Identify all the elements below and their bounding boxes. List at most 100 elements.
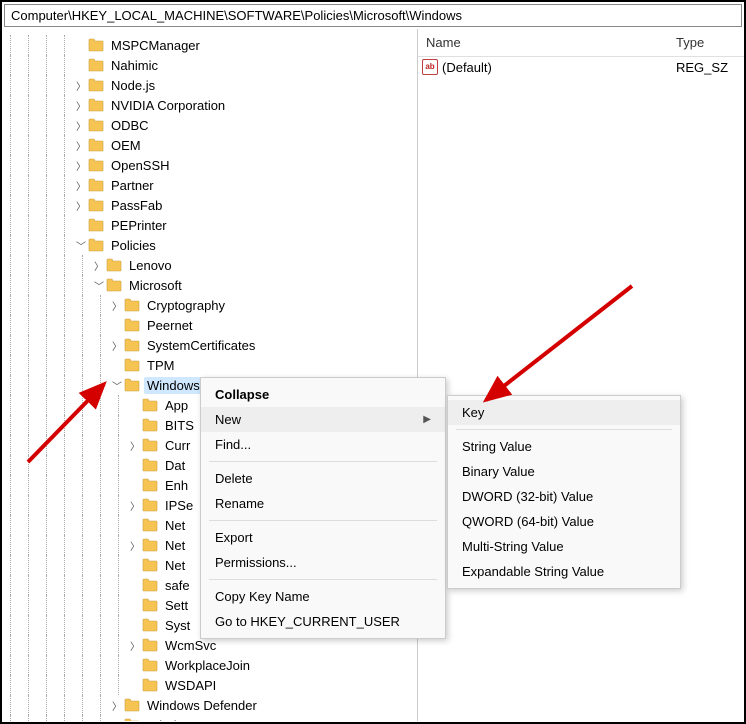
tree-node[interactable]: 〉 NVIDIA Corporation xyxy=(2,95,417,115)
submenu-item-label: Multi-String Value xyxy=(462,539,564,554)
folder-icon xyxy=(88,138,104,152)
tree-node-label: WSDAPI xyxy=(162,677,219,694)
submenu-item[interactable]: Expandable String Value xyxy=(448,559,680,584)
folder-icon xyxy=(88,78,104,92)
chevron-down-icon[interactable]: ﹀ xyxy=(74,238,88,252)
tree-node[interactable]: TPM xyxy=(2,355,417,375)
tree-node[interactable]: 〉 OEM xyxy=(2,135,417,155)
tree-node[interactable]: ﹀Policies xyxy=(2,235,417,255)
chevron-right-icon[interactable]: 〉 xyxy=(128,538,142,552)
menu-item[interactable]: Export xyxy=(201,525,445,550)
menu-separator xyxy=(456,429,672,430)
chevron-right-icon[interactable]: 〉 xyxy=(74,158,88,172)
chevron-down-icon[interactable]: ﹀ xyxy=(110,378,124,392)
chevron-right-icon[interactable]: 〉 xyxy=(74,138,88,152)
tree-node[interactable]: 〉 Node.js xyxy=(2,75,417,95)
tree-node[interactable]: 〉 Windows Defender xyxy=(2,695,417,715)
chevron-right-icon[interactable]: 〉 xyxy=(128,638,142,652)
submenu-item[interactable]: Multi-String Value xyxy=(448,534,680,559)
submenu-item[interactable]: QWORD (64-bit) Value xyxy=(448,509,680,534)
tree-node[interactable]: 〉Lenovo xyxy=(2,255,417,275)
list-row[interactable]: ab(Default)REG_SZ xyxy=(418,57,744,77)
tree-node-label: ODBC xyxy=(108,117,152,134)
tree-node-label: Microsoft xyxy=(126,277,185,294)
column-header-name[interactable]: Name xyxy=(418,29,668,56)
submenu-item-label: Binary Value xyxy=(462,464,535,479)
menu-item[interactable]: Collapse xyxy=(201,382,445,407)
menu-item-label: Collapse xyxy=(215,387,269,402)
chevron-right-icon[interactable]: 〉 xyxy=(74,198,88,212)
menu-item[interactable]: Find... xyxy=(201,432,445,457)
tree-node[interactable]: ﹀ Microsoft xyxy=(2,275,417,295)
expander-spacer xyxy=(128,658,142,672)
tree-node[interactable]: Nahimic xyxy=(2,55,417,75)
tree-node[interactable]: 〉 Partner xyxy=(2,175,417,195)
tree-node[interactable]: 〉 ODBC xyxy=(2,115,417,135)
chevron-right-icon[interactable]: 〉 xyxy=(128,438,142,452)
chevron-right-icon[interactable]: 〉 xyxy=(128,498,142,512)
tree-node[interactable]: MSPCManager xyxy=(2,35,417,55)
tree-node-label: safe xyxy=(162,577,193,594)
submenu-item-label: DWORD (32-bit) Value xyxy=(462,489,593,504)
tree-node[interactable]: 〉Cryptography xyxy=(2,295,417,315)
submenu-item[interactable]: Binary Value xyxy=(448,459,680,484)
expander-spacer xyxy=(128,678,142,692)
menu-item[interactable]: Go to HKEY_CURRENT_USER xyxy=(201,609,445,634)
tree-node-label: Windows Defender xyxy=(144,697,260,714)
address-bar[interactable]: Computer\HKEY_LOCAL_MACHINE\SOFTWARE\Pol… xyxy=(4,4,742,27)
chevron-down-icon[interactable]: ﹀ xyxy=(92,278,106,292)
tree-node-label: Nahimic xyxy=(108,57,161,74)
tree-node-label: NVIDIA Corporation xyxy=(108,97,228,114)
tree-node[interactable]: WSDAPI xyxy=(2,675,417,695)
tree-node[interactable]: Peernet xyxy=(2,315,417,335)
tree-node[interactable]: 〉SystemCertificates xyxy=(2,335,417,355)
column-header-type[interactable]: Type xyxy=(668,29,744,56)
tree-node-label: OEM xyxy=(108,137,144,154)
folder-icon xyxy=(88,118,104,132)
folder-icon xyxy=(142,418,158,432)
list-pane[interactable]: Name Type ab(Default)REG_SZ xyxy=(418,29,744,721)
submenu-arrow-icon: ▶ xyxy=(423,414,431,425)
tree-node[interactable]: PEPrinter xyxy=(2,215,417,235)
tree-node-label: MSPCManager xyxy=(108,37,203,54)
folder-icon xyxy=(124,318,140,332)
folder-icon xyxy=(142,638,158,652)
tree-node-label: Partner xyxy=(108,177,157,194)
menu-item[interactable]: Copy Key Name xyxy=(201,584,445,609)
folder-icon xyxy=(142,518,158,532)
folder-icon xyxy=(142,578,158,592)
expander-spacer xyxy=(128,458,142,472)
menu-item[interactable]: Permissions... xyxy=(201,550,445,575)
chevron-right-icon[interactable]: 〉 xyxy=(110,338,124,352)
submenu-item[interactable]: String Value xyxy=(448,434,680,459)
menu-item-label: Delete xyxy=(215,471,253,486)
tree-node-label: Windows NT xyxy=(144,717,224,722)
folder-icon xyxy=(88,178,104,192)
tree-node[interactable]: 〉PassFab xyxy=(2,195,417,215)
chevron-right-icon[interactable]: 〉 xyxy=(74,78,88,92)
menu-item[interactable]: Delete xyxy=(201,466,445,491)
expander-spacer xyxy=(74,218,88,232)
tree-node[interactable]: 〉 Windows NT xyxy=(2,715,417,721)
tree-node[interactable]: WorkplaceJoin xyxy=(2,655,417,675)
tree-node-label: Node.js xyxy=(108,77,158,94)
tree-node-label: Syst xyxy=(162,617,193,634)
submenu-item[interactable]: DWORD (32-bit) Value xyxy=(448,484,680,509)
chevron-right-icon[interactable]: 〉 xyxy=(74,98,88,112)
tree-node[interactable]: 〉OpenSSH xyxy=(2,155,417,175)
folder-icon xyxy=(88,38,104,52)
menu-item[interactable]: New▶ xyxy=(201,407,445,432)
chevron-right-icon[interactable]: 〉 xyxy=(110,718,124,721)
chevron-right-icon[interactable]: 〉 xyxy=(110,698,124,712)
chevron-right-icon[interactable]: 〉 xyxy=(74,118,88,132)
folder-icon xyxy=(106,278,122,292)
submenu-item[interactable]: Key xyxy=(448,400,680,425)
chevron-right-icon[interactable]: 〉 xyxy=(74,178,88,192)
menu-item[interactable]: Rename xyxy=(201,491,445,516)
chevron-right-icon[interactable]: 〉 xyxy=(92,258,106,272)
tree-node-label: Sett xyxy=(162,597,191,614)
folder-icon xyxy=(124,378,140,392)
chevron-right-icon[interactable]: 〉 xyxy=(110,298,124,312)
tree-node-label: Net xyxy=(162,557,188,574)
folder-icon xyxy=(142,438,158,452)
